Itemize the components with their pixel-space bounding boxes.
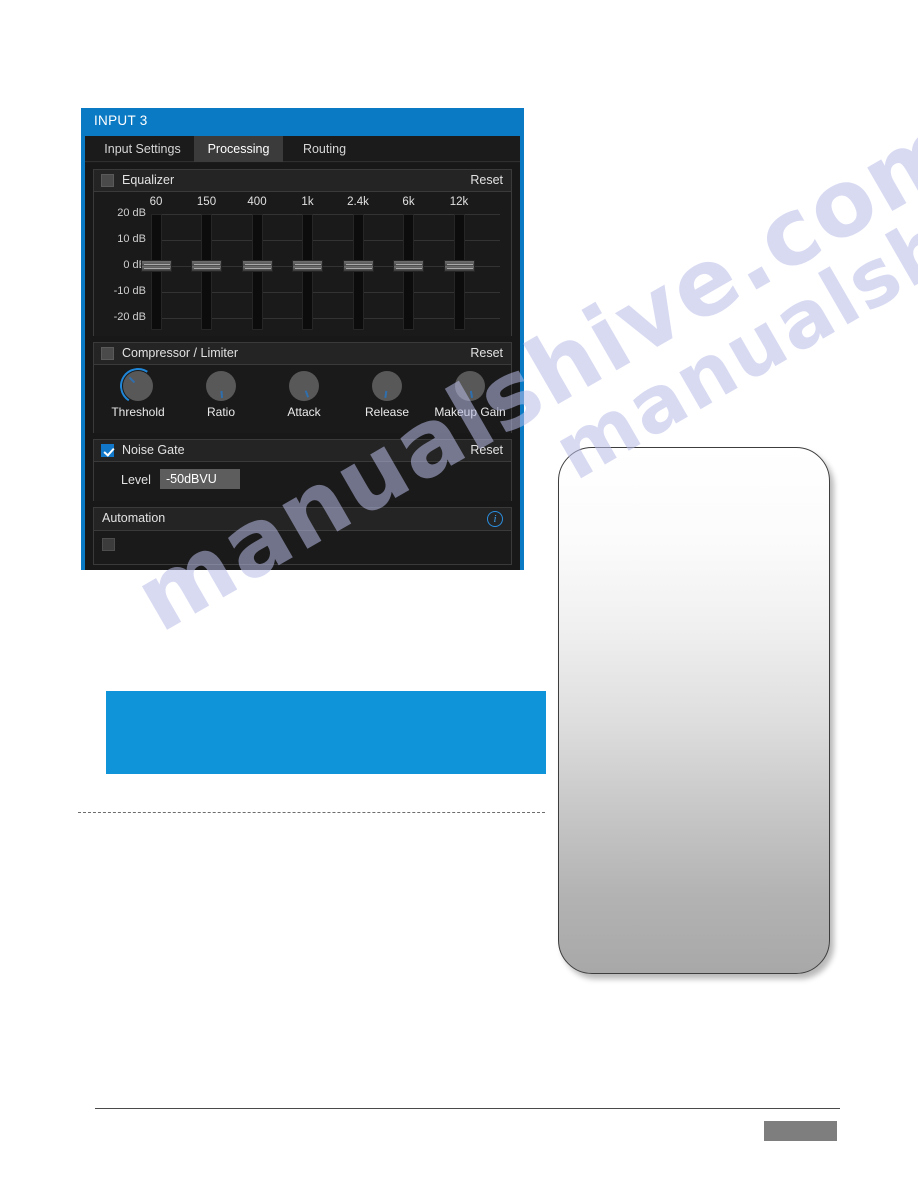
callout-block [106,691,546,774]
compressor-knob-label: Makeup Gain [434,405,506,419]
equalizer-band-frequency-label: 2.4k [347,196,369,208]
tab-routing[interactable]: Routing [283,136,366,162]
equalizer-scale-label: -10 dB [113,285,146,297]
knob-icon[interactable] [372,371,402,401]
compressor-knob-control[interactable]: Ratio [179,371,263,419]
dotted-divider [78,812,545,813]
automation-title: Automation [102,511,166,525]
compressor-knob-label: Threshold [111,405,165,419]
equalizer-band-frequency-label: 150 [196,196,217,208]
compressor-title: Compressor / Limiter [122,346,238,360]
section-automation: Automation i [93,507,512,565]
equalizer-graph: 20 dB 10 dB 0 dB -10 dB -20 dB 60 150 400 1k 2.4k… [94,192,511,336]
automation-header: Automation i [94,508,511,531]
equalizer-band-slider[interactable] [403,214,414,330]
watermark-text-secondary: manualshive.com [540,21,918,498]
compressor-reset-button[interactable]: Reset [470,346,503,360]
footer-page-box [764,1121,837,1141]
page-title: INPUT 3 [94,113,148,128]
knob-pointer-icon [384,390,388,399]
noise-gate-title: Noise Gate [122,443,185,457]
noise-gate-enable-checkbox[interactable] [101,444,114,457]
equalizer-band-thumb[interactable] [191,260,222,272]
compressor-knob-label: Ratio [206,405,235,419]
equalizer-scale-label: -20 dB [113,311,146,323]
panel-title-bar: INPUT 3 [81,108,524,136]
compressor-knob-control[interactable]: Threshold [96,371,180,419]
section-compressor-limiter: Compressor / Limiter Reset Threshold Rati… [93,342,512,433]
tab-processing[interactable]: Processing [194,136,283,162]
panel-accent-edge-left [81,108,85,570]
knob-pointer-icon [220,390,224,399]
compressor-enable-checkbox[interactable] [101,347,114,360]
noise-gate-level-input[interactable]: -50dBVU [160,469,240,489]
equalizer-band-frequency-label: 12k [449,196,469,208]
compressor-knob-control[interactable]: Makeup Gain [428,371,512,419]
equalizer-header: Equalizer Reset [94,170,511,192]
equalizer-band-thumb[interactable] [241,260,273,272]
equalizer-enable-checkbox[interactable] [101,174,114,187]
knob-icon[interactable] [289,371,319,401]
tab-bar: Input Settings Processing Routing [85,136,520,162]
equalizer-band-slider[interactable] [201,214,212,330]
equalizer-band-frequency-label: 1k [301,196,314,208]
compressor-header: Compressor / Limiter Reset [94,343,511,365]
compressor-knob-control[interactable]: Attack [262,371,346,419]
noise-gate-body: Level -50dBVU [94,462,511,501]
panel-accent-edge-right [520,108,524,570]
knob-pointer-icon [469,390,474,398]
equalizer-band-thumb[interactable] [342,260,374,272]
tab-input-settings[interactable]: Input Settings [91,136,194,162]
equalizer-band-thumb[interactable] [443,260,475,272]
knob-icon[interactable] [123,371,153,401]
noise-gate-level-label: Level [121,473,151,487]
equalizer-band-frequency-label: 6k [402,196,415,208]
automation-body [94,531,511,564]
compressor-knob-control[interactable]: Release [345,371,429,419]
compressor-knob-label: Attack [287,405,321,419]
equalizer-band-frequency-label: 60 [149,196,163,208]
knob-pointer-icon [304,390,310,398]
compressor-controls: Threshold Ratio Attack Release Makeup Gain [94,365,511,433]
equalizer-scale-label: 10 dB [117,233,146,245]
device-illustration [558,447,830,974]
equalizer-scale-label: 0 dB [123,259,146,271]
knob-pointer-icon [128,376,136,384]
tab-content-processing: Equalizer Reset 20 dB 10 dB 0 dB -10 dB -20 … [85,163,520,570]
noise-gate-reset-button[interactable]: Reset [470,443,503,457]
equalizer-band-thumb[interactable] [292,260,323,272]
knob-icon[interactable] [206,371,236,401]
section-equalizer: Equalizer Reset 20 dB 10 dB 0 dB -10 dB -20 … [93,169,512,336]
footer-divider [95,1108,840,1109]
equalizer-band-frequency-label: 400 [247,196,267,208]
info-icon[interactable]: i [487,511,503,527]
equalizer-title: Equalizer [122,173,175,187]
equalizer-band-slider[interactable] [251,214,263,330]
equalizer-band-slider[interactable] [352,214,364,330]
section-noise-gate: Noise Gate Reset Level -50dBVU [93,439,512,501]
equalizer-scale-label: 20 dB [117,207,146,219]
automation-row-checkbox[interactable] [102,538,115,551]
knob-icon[interactable] [455,371,485,401]
equalizer-band-slider[interactable] [302,214,313,330]
noise-gate-header: Noise Gate Reset [94,440,511,462]
equalizer-band-thumb[interactable] [140,260,172,272]
compressor-knob-label: Release [364,405,410,419]
input-channel-panel: INPUT 3 Input Settings Processing Routin… [81,108,524,570]
equalizer-band-slider[interactable] [453,214,465,330]
equalizer-band-slider[interactable] [150,214,162,330]
equalizer-band-thumb[interactable] [393,260,424,272]
equalizer-reset-button[interactable]: Reset [470,173,503,187]
